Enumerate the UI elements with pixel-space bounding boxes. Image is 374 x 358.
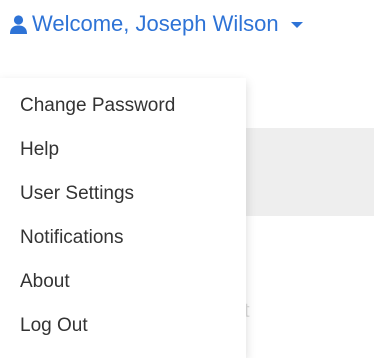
menu-item-about[interactable]: About (0, 260, 246, 304)
menu-item-help[interactable]: Help (0, 128, 246, 172)
page: t Welcome, Joseph Wilson Change Password… (0, 0, 374, 358)
menu-item-notifications[interactable]: Notifications (0, 216, 246, 260)
menu-item-log-out[interactable]: Log Out (0, 304, 246, 348)
user-menu-toggle[interactable]: Welcome, Joseph Wilson (10, 6, 303, 42)
caret-down-icon (290, 22, 303, 28)
user-dropdown-menu: Change Password Help User Settings Notif… (0, 78, 246, 358)
menu-item-user-settings[interactable]: User Settings (0, 172, 246, 216)
menu-item-change-password[interactable]: Change Password (0, 84, 246, 128)
user-icon (10, 14, 27, 34)
welcome-label: Welcome, Joseph Wilson (32, 11, 279, 36)
